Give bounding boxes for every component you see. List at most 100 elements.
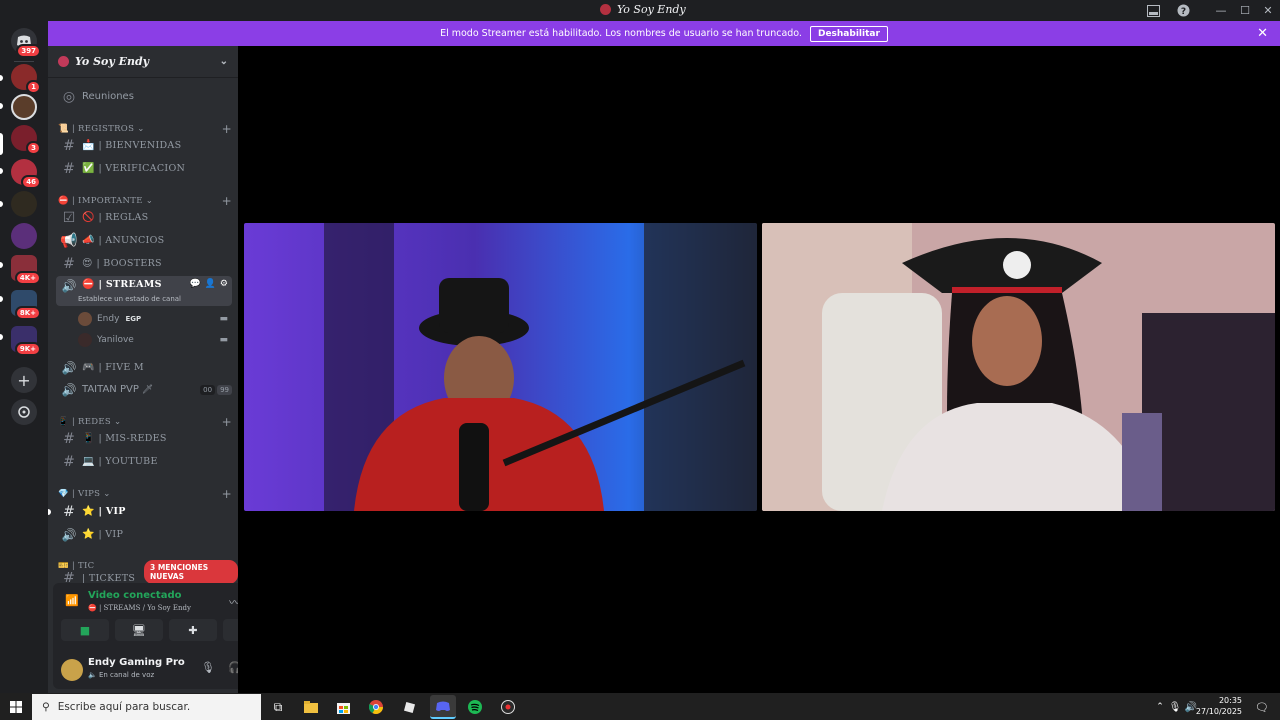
voice-connection-panel: 📶 Video conectado ⛔ | STREAMS / Yo Soy E… bbox=[53, 583, 238, 651]
unread-pill bbox=[0, 168, 3, 174]
add-channel-icon[interactable]: + bbox=[222, 487, 232, 501]
channel-vip-voice[interactable]: 🔊 ⭐ | VIP bbox=[56, 524, 232, 545]
video-camera-icon: ▬ bbox=[219, 314, 228, 324]
channel-five-m[interactable]: 🔊 🎮 | FIVE M bbox=[56, 357, 232, 378]
voice-member-endy[interactable]: Endy EGP ▬ bbox=[78, 309, 228, 329]
category-label: | TIC bbox=[71, 561, 95, 571]
close-window-icon[interactable]: ✕ bbox=[1256, 0, 1280, 21]
add-server-icon[interactable]: + bbox=[11, 367, 37, 393]
hashtag-icon: # bbox=[63, 255, 75, 272]
channel-label: | MIS-REDES bbox=[98, 433, 167, 444]
close-banner-icon[interactable]: ✕ bbox=[1257, 26, 1268, 41]
add-channel-icon[interactable]: + bbox=[222, 122, 232, 136]
gear-icon[interactable]: ⚙ bbox=[220, 279, 228, 289]
category-label: | REDES bbox=[71, 417, 112, 427]
server-badge: 3 bbox=[26, 141, 41, 155]
help-icon[interactable]: ? bbox=[1171, 0, 1195, 21]
video-tile-yanilove[interactable] bbox=[762, 223, 1275, 511]
category-label: | IMPORTANTE bbox=[71, 196, 143, 206]
channel-boosters[interactable]: # 😍 | BOOSTERS bbox=[56, 253, 232, 274]
obs-icon[interactable] bbox=[498, 697, 518, 717]
category-importante[interactable]: ⛔ | IMPORTANTE ⌄ + bbox=[58, 194, 232, 208]
avatar[interactable] bbox=[61, 659, 83, 681]
server-icon-1[interactable]: 1 bbox=[11, 64, 41, 94]
channel-mis-redes[interactable]: # 📱 | MIS-REDES bbox=[56, 428, 232, 449]
channel-bienvenidas[interactable]: # 📩 | BIENVENIDAS bbox=[56, 135, 232, 156]
user-count: 00 bbox=[200, 384, 216, 395]
home-discord-icon[interactable]: 397 bbox=[11, 28, 41, 58]
voice-status[interactable]: Video conectado bbox=[88, 590, 181, 601]
channel-anuncios[interactable]: 📢 📣 | ANUNCIOS bbox=[56, 230, 232, 251]
add-channel-icon[interactable]: + bbox=[222, 415, 232, 429]
windows-taskbar: ⚲ Escribe aquí para buscar. ⧉ ⌃ 🎙 🔊 20:3… bbox=[0, 693, 1280, 720]
task-view-icon[interactable]: ⧉ bbox=[268, 697, 288, 717]
channel-sidebar: Yo Soy Endy ⌄ ◎ Reuniones 📜 | REGISTROS … bbox=[48, 46, 238, 693]
user-limit: 00 99 bbox=[200, 384, 232, 395]
invite-icon[interactable]: 👤 bbox=[205, 279, 216, 289]
channel-reuniones[interactable]: ◎ Reuniones bbox=[56, 86, 232, 107]
channel-taitan-pvp[interactable]: 🔊 TAITAN PVP 🗡 00 99 bbox=[56, 379, 232, 400]
soundboard-button[interactable]: ♫ bbox=[223, 619, 238, 641]
chrome-icon[interactable] bbox=[366, 697, 386, 717]
unread-pill bbox=[0, 201, 3, 207]
server-icon-5[interactable] bbox=[11, 191, 37, 217]
spotify-icon[interactable] bbox=[465, 697, 485, 717]
disable-streamer-mode-button[interactable]: Deshabilitar bbox=[809, 25, 888, 42]
channel-vip-text[interactable]: # ⭐ | VIP bbox=[56, 501, 232, 522]
server-icon-6[interactable] bbox=[11, 223, 37, 249]
minimize-icon[interactable]: — bbox=[1209, 0, 1233, 21]
username[interactable]: Endy Gaming Pro bbox=[88, 657, 185, 668]
channel-verificacion[interactable]: # ✅ | VERIFICACION bbox=[56, 158, 232, 179]
file-explorer-icon[interactable] bbox=[301, 697, 321, 717]
user-status-text: En canal de voz bbox=[98, 671, 155, 679]
maximize-icon[interactable]: ☐ bbox=[1233, 0, 1257, 21]
discover-compass-icon[interactable] bbox=[11, 399, 37, 425]
headphones-icon[interactable]: 🎧 bbox=[228, 661, 238, 674]
inbox-icon[interactable] bbox=[1141, 0, 1165, 21]
noise-suppression-icon[interactable]: 〰 bbox=[229, 594, 238, 610]
chevron-down-icon[interactable]: ⌄ bbox=[220, 56, 228, 67]
category-redes[interactable]: 📱 | REDES ⌄ + bbox=[58, 415, 232, 429]
video-button[interactable]: ■ bbox=[61, 619, 109, 641]
server-icon-2[interactable] bbox=[11, 94, 37, 120]
microphone-icon[interactable]: 🎙 bbox=[201, 661, 215, 674]
taskbar-search[interactable]: ⚲ Escribe aquí para buscar. bbox=[32, 694, 261, 720]
new-mentions-badge[interactable]: 3 MENCIONES NUEVAS bbox=[144, 560, 238, 584]
discord-taskbar-icon[interactable] bbox=[430, 695, 456, 719]
unread-pill bbox=[0, 262, 3, 268]
signal-icon[interactable]: 📶 bbox=[65, 594, 79, 607]
server-header[interactable]: Yo Soy Endy ⌄ bbox=[48, 46, 238, 78]
chevron-down-icon: ⌄ bbox=[145, 196, 154, 206]
channel-status-text[interactable]: Establece un estado de canal bbox=[78, 295, 181, 303]
store-icon[interactable] bbox=[333, 697, 353, 717]
chat-icon[interactable]: 💬 bbox=[189, 279, 200, 289]
chevron-down-icon: ⌄ bbox=[114, 417, 122, 427]
channel-label: | STREAMS bbox=[98, 279, 162, 290]
voice-channel-path[interactable]: ⛔ | STREAMS / Yo Soy Endy bbox=[88, 604, 191, 612]
svg-text:?: ? bbox=[1180, 7, 1185, 17]
system-clock[interactable]: 20:35 27/10/2025 bbox=[1196, 695, 1242, 717]
channel-label: TAITAN PVP bbox=[82, 384, 139, 395]
windows-start-icon[interactable] bbox=[6, 697, 26, 717]
channel-youtube[interactable]: # 💻 | YOUTUBE bbox=[56, 451, 232, 472]
category-registros[interactable]: 📜 | REGISTROS ⌄ + bbox=[58, 122, 232, 136]
add-channel-icon[interactable]: + bbox=[222, 194, 232, 208]
channel-reglas[interactable]: ☑ 🚫 | REGLAS bbox=[56, 207, 232, 228]
voice-member-yanilove[interactable]: Yanilove ▬ bbox=[78, 330, 228, 350]
server-folder-3[interactable]: 9K+ bbox=[11, 326, 41, 356]
notifications-icon[interactable]: 🗨 bbox=[1252, 697, 1272, 717]
video-stage bbox=[238, 46, 1280, 693]
roblox-icon[interactable] bbox=[399, 697, 419, 717]
envelope-icon: 📩 bbox=[82, 140, 95, 151]
video-tile-endy[interactable] bbox=[244, 223, 757, 511]
title-bar: Yo Soy Endy ? — ☐ ✕ bbox=[0, 0, 1280, 21]
category-vips[interactable]: 💎 | VIPS ⌄ + bbox=[58, 487, 232, 501]
server-folder-1[interactable]: 4K+ bbox=[11, 255, 41, 285]
channel-label: | BIENVENIDAS bbox=[98, 140, 182, 151]
screen-share-button[interactable]: 🖥 bbox=[115, 619, 163, 641]
server-icon-3[interactable]: 3 bbox=[11, 125, 41, 155]
server-folder-2[interactable]: 8K+ bbox=[11, 290, 41, 320]
server-logo-icon bbox=[58, 56, 69, 67]
server-icon-4[interactable]: 46 bbox=[11, 159, 41, 189]
activities-button[interactable]: ✚ bbox=[169, 619, 217, 641]
